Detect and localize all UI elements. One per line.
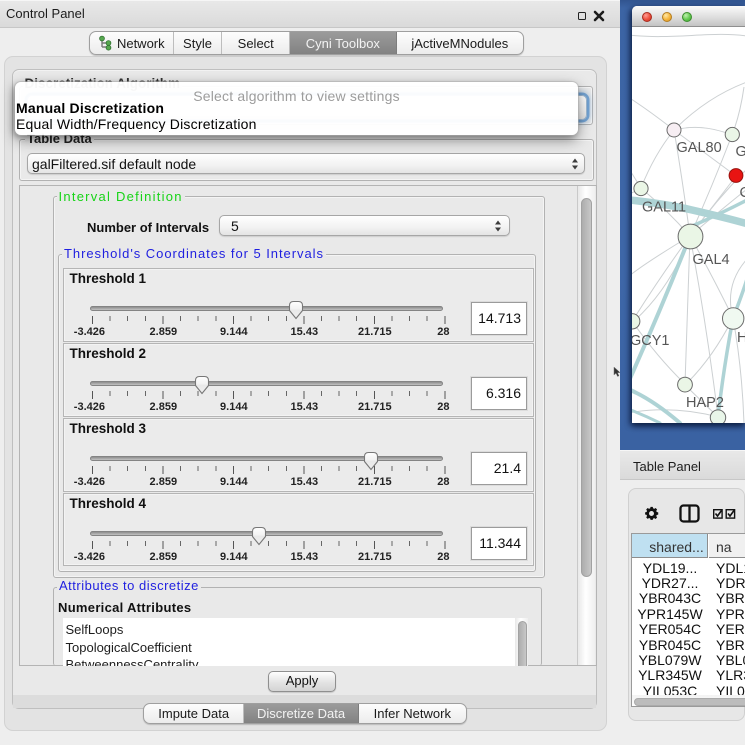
- svg-text:GAL80: GAL80: [677, 140, 722, 156]
- svg-text:C: C: [740, 185, 745, 201]
- svg-text:HAP2: HAP2: [686, 395, 724, 411]
- svg-text:GAL: GAL: [736, 144, 745, 160]
- svg-text:HIS: HIS: [737, 330, 745, 346]
- svg-text:GAL4: GAL4: [693, 252, 730, 268]
- svg-text:GCY1: GCY1: [632, 333, 670, 349]
- svg-text:GAL11: GAL11: [642, 200, 686, 216]
